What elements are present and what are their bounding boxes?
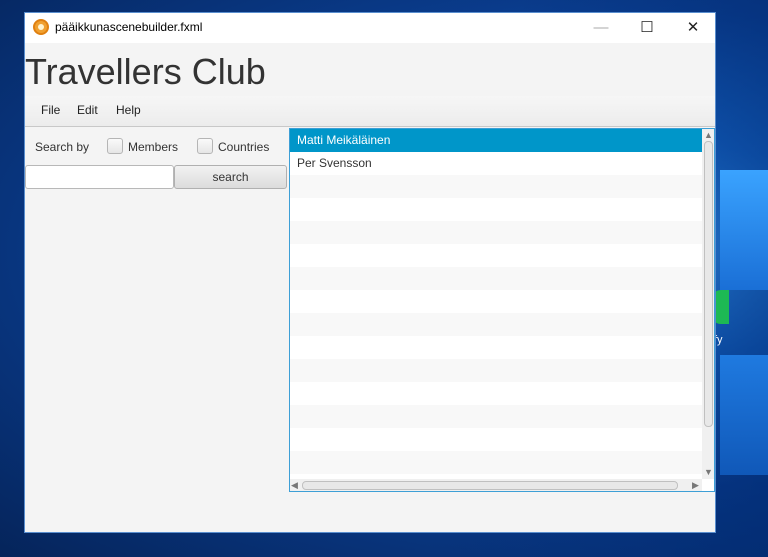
scene-builder-icon: [33, 19, 49, 35]
minimize-button[interactable]: —: [578, 13, 624, 43]
list-item-empty: [290, 267, 702, 290]
search-by-label: Search by: [35, 140, 90, 154]
list-item-empty: [290, 359, 702, 382]
countries-label[interactable]: Countries: [218, 140, 269, 154]
list-item-empty: [290, 290, 702, 313]
countries-checkbox[interactable]: [197, 138, 213, 154]
member-list[interactable]: Matti Meikäläinen Per Svensson ▲ ▼ ◀ ▶: [289, 128, 715, 492]
menu-help[interactable]: Help: [116, 103, 141, 117]
menu-edit[interactable]: Edit: [77, 103, 98, 117]
list-item-empty: [290, 313, 702, 336]
maximize-button[interactable]: ☐: [624, 13, 670, 43]
list-item-empty: [290, 244, 702, 267]
vertical-scrollbar[interactable]: ▲ ▼: [702, 129, 714, 479]
list-item-empty: [290, 382, 702, 405]
list-item-empty: [290, 405, 702, 428]
app-title: Travellers Club: [25, 51, 266, 92]
title-bar[interactable]: pääikkunascenebuilder.fxml — ☐ ✕: [25, 13, 715, 43]
window-title: pääikkunascenebuilder.fxml: [55, 20, 203, 34]
list-item-empty: [290, 198, 702, 221]
horizontal-scroll-thumb[interactable]: [302, 481, 678, 490]
list-item-empty: [290, 428, 702, 451]
app-window: pääikkunascenebuilder.fxml — ☐ ✕ Travell…: [24, 12, 716, 533]
list-item-empty: [290, 175, 702, 198]
menu-file[interactable]: File: [41, 103, 60, 117]
search-button[interactable]: search: [174, 165, 287, 189]
list-item[interactable]: Matti Meikäläinen: [290, 129, 702, 152]
menu-bar: File Edit Help: [25, 96, 715, 127]
list-item-empty: [290, 336, 702, 359]
search-input[interactable]: [25, 165, 174, 189]
horizontal-scrollbar[interactable]: ◀ ▶: [290, 479, 702, 491]
windows-logo-panel: [720, 170, 768, 290]
scroll-right-icon[interactable]: ▶: [692, 480, 699, 490]
list-item-empty: [290, 221, 702, 244]
windows-logo-panel: [720, 355, 768, 475]
scroll-up-icon[interactable]: ▲: [704, 130, 713, 140]
close-button[interactable]: ✕: [670, 13, 716, 43]
scroll-left-icon[interactable]: ◀: [291, 480, 298, 490]
members-label[interactable]: Members: [128, 140, 178, 154]
vertical-scroll-thumb[interactable]: [704, 141, 713, 427]
list-item[interactable]: Per Svensson: [290, 152, 702, 175]
list-item-empty: [290, 451, 702, 474]
members-checkbox[interactable]: [107, 138, 123, 154]
scroll-down-icon[interactable]: ▼: [704, 467, 713, 477]
